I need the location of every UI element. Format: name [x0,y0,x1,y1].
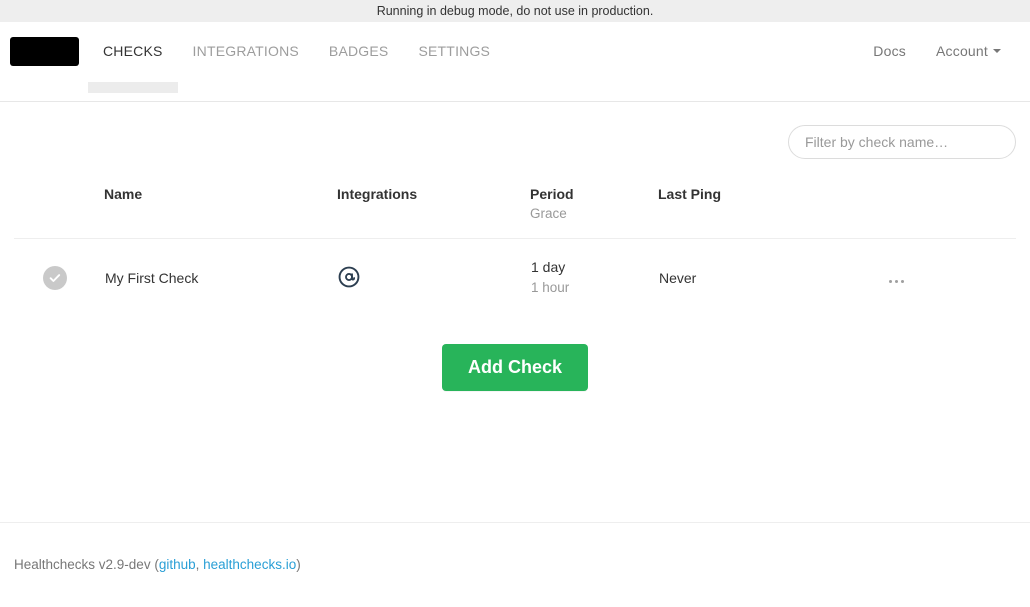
tab-checks-label: CHECKS [103,43,163,59]
checks-table: Name Integrations Period Grace Last Ping [14,186,1016,317]
add-check-button[interactable]: Add Check [442,344,588,391]
cell-integrations [337,239,530,318]
footer-site-link[interactable]: healthchecks.io [203,557,296,572]
footer-suffix: ) [296,557,301,572]
header-status [14,186,104,239]
header-name: Name [104,186,337,239]
page-footer: Healthchecks v2.9-dev (github, healthche… [0,522,1030,572]
checks-table-head: Name Integrations Period Grace Last Ping [14,186,1016,239]
table-header-row: Name Integrations Period Grace Last Ping [14,186,1016,239]
header-integrations: Integrations [337,186,530,239]
footer-separator: , [196,557,204,572]
period-value: 1 day [531,260,657,275]
tab-checks[interactable]: CHECKS [88,22,178,80]
cell-period: 1 day 1 hour [530,239,658,318]
tab-badges[interactable]: BADGES [314,22,404,80]
main-navbar: CHECKS INTEGRATIONS BADGES SETTINGS Docs… [0,22,1030,102]
add-check-row: Add Check [14,344,1016,391]
chevron-down-icon [993,49,1001,53]
account-menu[interactable]: Account [921,22,1016,80]
check-circle-icon[interactable] [43,266,67,290]
tab-badges-label: BADGES [329,43,389,59]
table-row: My First Check 1 day 1 hour [14,239,1016,318]
ellipsis-icon[interactable] [887,276,906,287]
tab-settings[interactable]: SETTINGS [403,22,505,80]
header-period-label: Period [530,186,574,202]
docs-link[interactable]: Docs [858,22,921,80]
filter-row [14,102,1016,159]
tab-integrations[interactable]: INTEGRATIONS [178,22,314,80]
ellipsis-dot [895,280,898,283]
header-period: Period Grace [530,186,658,239]
cell-name: My First Check [104,239,337,318]
cell-last-ping: Never [658,239,886,318]
email-at-icon[interactable] [338,266,360,288]
check-name-link[interactable]: My First Check [105,270,198,286]
grace-value: 1 hour [531,281,657,296]
page-container: Name Integrations Period Grace Last Ping [0,102,1030,391]
ellipsis-dot [901,280,904,283]
footer-github-link[interactable]: github [159,557,196,572]
footer-version-text: Healthchecks v2.9-dev ( [14,557,159,572]
navbar-right-group: Docs Account [858,22,1030,80]
tab-settings-label: SETTINGS [418,43,490,59]
debug-banner-text: Running in debug mode, do not use in pro… [377,5,654,18]
header-menu [886,186,1016,239]
account-menu-label: Account [936,43,988,59]
cell-status [14,239,104,318]
header-last-ping: Last Ping [658,186,886,239]
ellipsis-dot [889,280,892,283]
brand-logo[interactable] [10,37,79,66]
tab-integrations-label: INTEGRATIONS [193,43,299,59]
search-input[interactable] [788,125,1016,159]
last-ping-value: Never [659,270,696,286]
docs-link-label: Docs [873,43,906,59]
navbar-left-group: CHECKS INTEGRATIONS BADGES SETTINGS [0,22,505,80]
primary-nav-tabs: CHECKS INTEGRATIONS BADGES SETTINGS [88,22,505,80]
debug-mode-banner: Running in debug mode, do not use in pro… [0,0,1030,22]
checks-table-body: My First Check 1 day 1 hour [14,239,1016,318]
header-grace-label: Grace [530,206,658,221]
cell-menu [886,239,1016,318]
